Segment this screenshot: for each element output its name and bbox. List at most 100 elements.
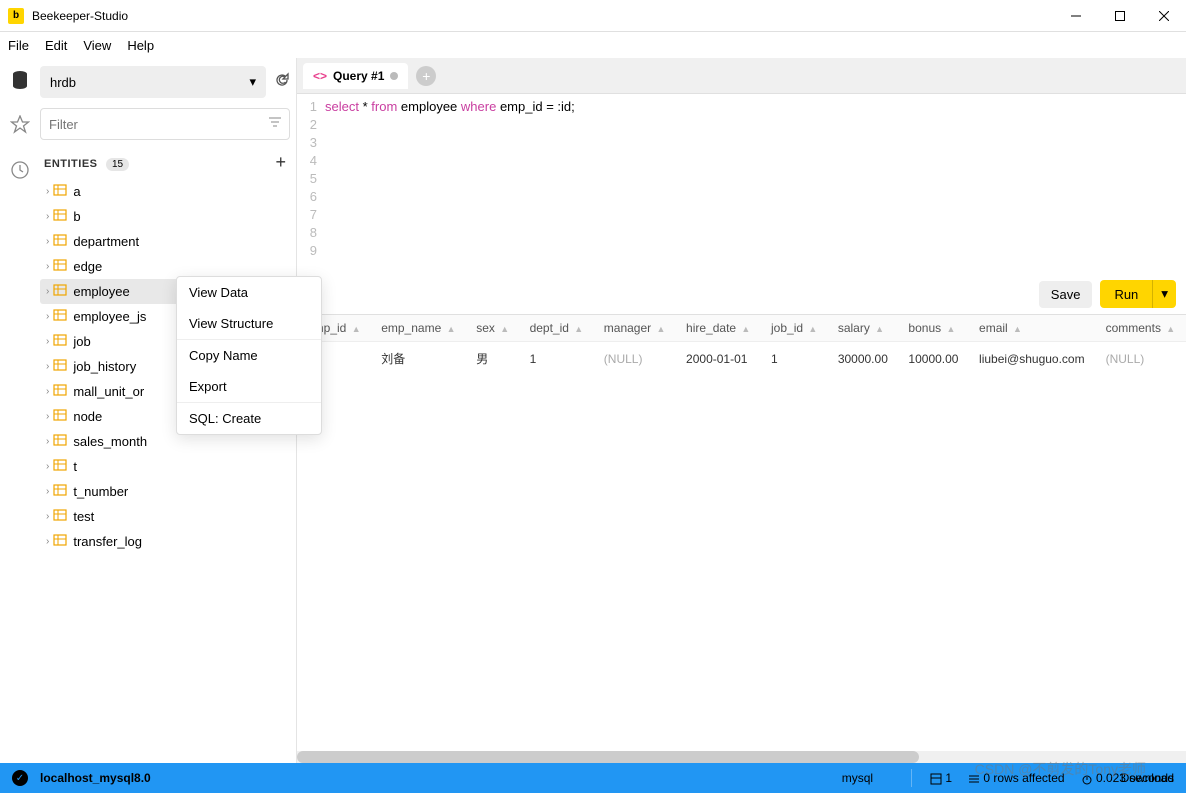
db-type: mysql bbox=[842, 771, 873, 785]
cell-email[interactable]: liubei@shuguo.com bbox=[969, 342, 1096, 376]
col-email[interactable]: email ▲ bbox=[969, 315, 1096, 342]
chevron-right-icon: › bbox=[46, 361, 49, 372]
cell-dept_id[interactable]: 1 bbox=[520, 342, 594, 376]
table-row[interactable]: 1刘备男1(NULL)2000-01-01130000.0010000.00li… bbox=[297, 342, 1186, 376]
chevron-right-icon: › bbox=[46, 511, 49, 522]
entity-label: transfer_log bbox=[73, 534, 142, 549]
entities-count: 15 bbox=[106, 158, 129, 171]
run-bar: Save Run ▾ bbox=[297, 274, 1186, 314]
col-emp_name[interactable]: emp_name ▲ bbox=[371, 315, 466, 342]
chevron-right-icon: › bbox=[46, 311, 49, 322]
code-content[interactable]: select * from employee where emp_id = :i… bbox=[325, 98, 1186, 270]
context-view-structure[interactable]: View Structure bbox=[177, 308, 321, 339]
star-icon[interactable] bbox=[10, 115, 30, 140]
entity-transfer_log[interactable]: ›transfer_log bbox=[40, 529, 290, 554]
table-icon bbox=[53, 433, 67, 450]
col-manager[interactable]: manager ▲ bbox=[594, 315, 676, 342]
cell-hire_date[interactable]: 2000-01-01 bbox=[676, 342, 761, 376]
menu-edit[interactable]: Edit bbox=[45, 38, 67, 53]
entity-label: sales_month bbox=[73, 434, 147, 449]
context-copy-name[interactable]: Copy Name bbox=[177, 340, 321, 371]
code-editor[interactable]: 123456789 select * from employee where e… bbox=[297, 94, 1186, 274]
entities-label: ENTITIES bbox=[44, 158, 98, 170]
menu-file[interactable]: File bbox=[8, 38, 29, 53]
entity-label: edge bbox=[73, 259, 102, 274]
cell-sex[interactable]: 男 bbox=[466, 342, 519, 376]
col-hire_date[interactable]: hire_date ▲ bbox=[676, 315, 761, 342]
chevron-right-icon: › bbox=[46, 436, 49, 447]
chevron-right-icon: › bbox=[46, 236, 49, 247]
menu-help[interactable]: Help bbox=[127, 38, 154, 53]
menu-view[interactable]: View bbox=[83, 38, 111, 53]
connection-name[interactable]: localhost_mysql8.0 bbox=[40, 771, 151, 785]
table-icon bbox=[53, 233, 67, 250]
entity-test[interactable]: › test bbox=[40, 504, 290, 529]
context-sql--create[interactable]: SQL: Create bbox=[177, 403, 321, 434]
sort-icon: ▲ bbox=[875, 324, 884, 334]
table-icon bbox=[53, 308, 67, 325]
col-dept_id[interactable]: dept_id ▲ bbox=[520, 315, 594, 342]
col-sex[interactable]: sex ▲ bbox=[466, 315, 519, 342]
database-name: hrdb bbox=[50, 75, 76, 90]
entity-t[interactable]: ›t bbox=[40, 454, 290, 479]
result-count: 1 bbox=[930, 771, 952, 785]
table-icon bbox=[53, 408, 67, 425]
cell-job_id[interactable]: 1 bbox=[761, 342, 828, 376]
database-icon[interactable] bbox=[10, 70, 30, 95]
app-title: Beekeeper-Studio bbox=[32, 9, 1062, 23]
filter-input[interactable] bbox=[49, 117, 269, 132]
minimize-button[interactable] bbox=[1062, 2, 1090, 30]
code-icon: <> bbox=[313, 69, 327, 83]
entity-b[interactable]: ›b bbox=[40, 204, 290, 229]
table-icon bbox=[53, 208, 67, 225]
cell-salary[interactable]: 30000.00 bbox=[828, 342, 899, 376]
entity-t_number[interactable]: ›t_number bbox=[40, 479, 290, 504]
cell-manager[interactable]: (NULL) bbox=[594, 342, 676, 376]
col-comments[interactable]: comments ▲ bbox=[1096, 315, 1186, 342]
chevron-right-icon: › bbox=[46, 261, 49, 272]
filter-box[interactable] bbox=[40, 108, 290, 140]
chevron-right-icon: › bbox=[46, 286, 49, 297]
maximize-button[interactable] bbox=[1106, 2, 1134, 30]
entity-a[interactable]: ›a bbox=[40, 179, 290, 204]
chevron-right-icon: › bbox=[46, 186, 49, 197]
entity-label: test bbox=[73, 509, 94, 524]
status-icon: ✓ bbox=[12, 770, 28, 786]
save-button[interactable]: Save bbox=[1039, 281, 1093, 308]
sort-icon: ▲ bbox=[1013, 324, 1022, 334]
run-button[interactable]: Run bbox=[1100, 280, 1152, 308]
col-bonus[interactable]: bonus ▲ bbox=[898, 315, 969, 342]
entity-label: b bbox=[73, 209, 80, 224]
sort-icon: ▲ bbox=[352, 324, 361, 334]
entity-list: ›a›b›department›edge›employee›employee_j… bbox=[40, 179, 290, 755]
run-dropdown-button[interactable]: ▾ bbox=[1152, 280, 1176, 308]
cell-emp_name[interactable]: 刘备 bbox=[371, 342, 466, 376]
tab-query-1[interactable]: <> Query #1 bbox=[303, 63, 408, 89]
context-menu: View DataView StructureCopy NameExportSQ… bbox=[176, 276, 322, 435]
col-salary[interactable]: salary ▲ bbox=[828, 315, 899, 342]
table-icon bbox=[53, 183, 67, 200]
entity-department[interactable]: ›department bbox=[40, 229, 290, 254]
refresh-button[interactable] bbox=[274, 72, 290, 93]
col-job_id[interactable]: job_id ▲ bbox=[761, 315, 828, 342]
table-icon bbox=[53, 483, 67, 500]
scrollbar-thumb[interactable] bbox=[297, 751, 919, 763]
new-tab-button[interactable]: + bbox=[416, 66, 436, 86]
menubar: File Edit View Help bbox=[0, 32, 1186, 58]
left-rail bbox=[0, 58, 40, 763]
entity-label: employee_js bbox=[73, 309, 146, 324]
cell-comments[interactable]: (NULL) bbox=[1096, 342, 1186, 376]
results-table: emp_id ▲emp_name ▲sex ▲dept_id ▲manager … bbox=[297, 315, 1186, 375]
add-entity-button[interactable]: + bbox=[275, 152, 286, 173]
entity-label: a bbox=[73, 184, 80, 199]
chevron-right-icon: › bbox=[46, 336, 49, 347]
sort-icon: ▲ bbox=[946, 324, 955, 334]
history-icon[interactable] bbox=[10, 160, 30, 185]
context-view-data[interactable]: View Data bbox=[177, 277, 321, 308]
context-export[interactable]: Export bbox=[177, 371, 321, 402]
sort-icon: ▲ bbox=[808, 324, 817, 334]
database-select[interactable]: hrdb ▾ bbox=[40, 66, 266, 98]
editor-area: <> Query #1 + 123456789 select * from em… bbox=[296, 58, 1186, 763]
cell-bonus[interactable]: 10000.00 bbox=[898, 342, 969, 376]
close-button[interactable] bbox=[1150, 2, 1178, 30]
